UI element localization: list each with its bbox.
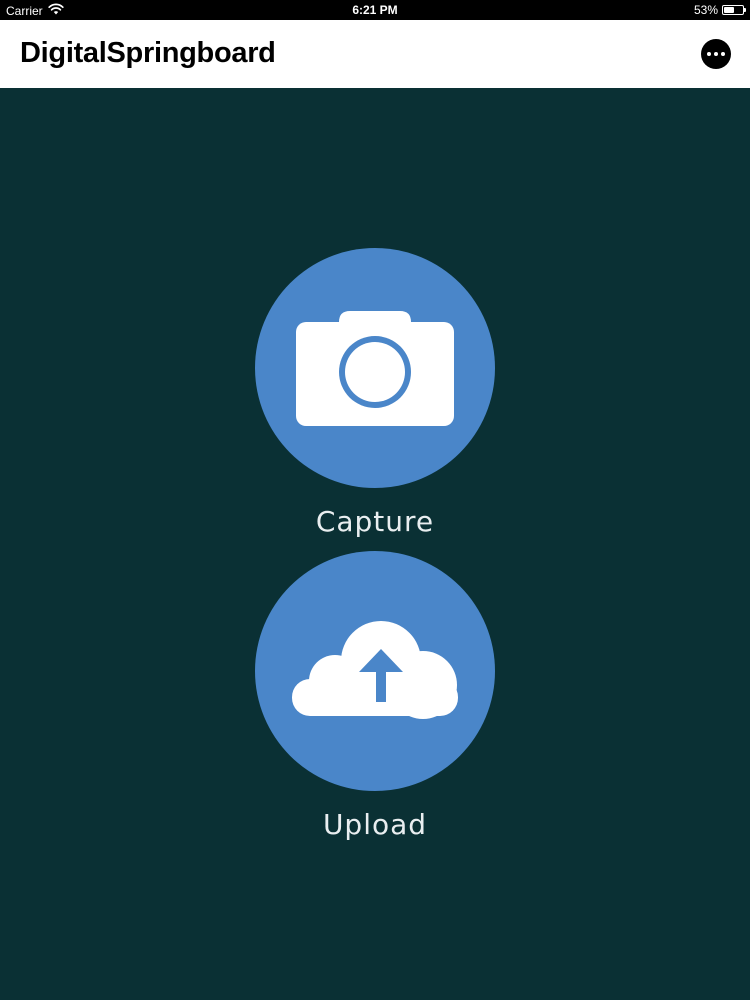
status-bar: Carrier 6:21 PM 53% — [0, 0, 750, 20]
more-button[interactable] — [701, 39, 731, 69]
status-right: 53% — [693, 3, 746, 17]
capture-label: Capture — [315, 505, 435, 538]
more-icon-dot — [714, 52, 718, 56]
app-title: DigitalSpringboard — [20, 37, 276, 69]
cloud-upload-icon — [292, 621, 458, 719]
upload-label: Upload — [322, 808, 428, 841]
battery-icon — [722, 5, 746, 15]
upload-button[interactable] — [255, 551, 495, 791]
capture-action[interactable]: Capture — [255, 248, 495, 538]
capture-button[interactable] — [255, 248, 495, 488]
battery-level — [724, 7, 734, 13]
navigation-bar: DigitalSpringboard — [0, 20, 750, 88]
battery-percent: 53% — [693, 3, 718, 17]
more-icon-dot — [721, 52, 725, 56]
status-time: 6:21 PM — [352, 3, 398, 17]
camera-icon — [296, 311, 454, 426]
more-icon — [707, 52, 711, 56]
upload-action[interactable]: Upload — [255, 551, 495, 841]
